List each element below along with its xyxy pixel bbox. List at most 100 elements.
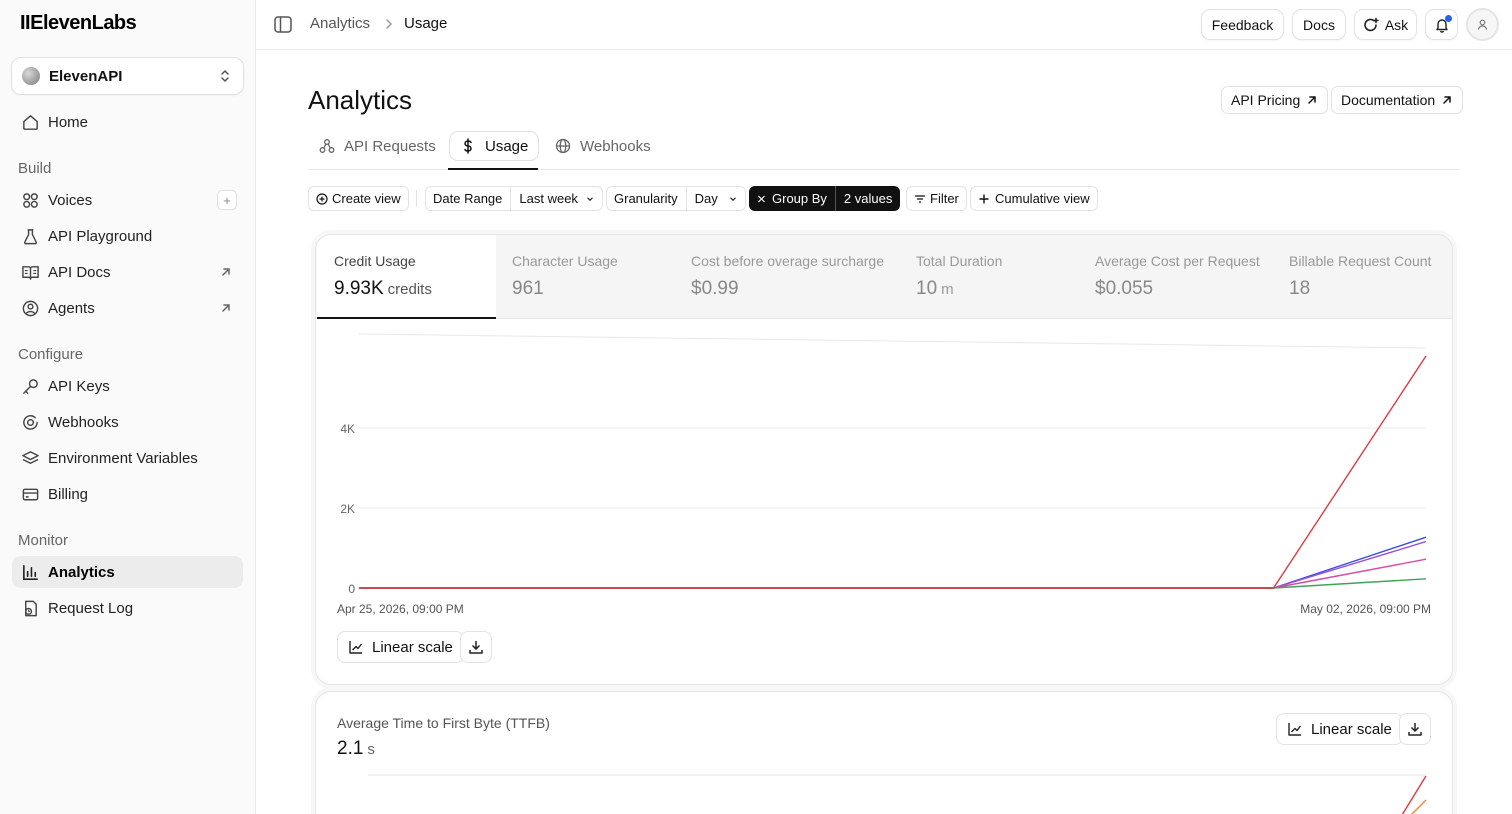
granularity-filter[interactable]: Granularity Day [606,186,746,211]
ttfb-chart-card: Average Time to First Byte (TTFB) 2.1 s L… [315,691,1453,814]
cumulative-label: Cumulative view [995,191,1090,206]
globe-icon [555,138,571,154]
y-tick-label: 2K [340,502,355,516]
api-nodes-icon [319,139,335,153]
chevron-down-icon [729,196,736,201]
granularity-value: Day [694,191,718,206]
sidebar-item-label: Voices [48,191,93,209]
sidebar-item-request-log[interactable]: Request Log [12,592,243,624]
credit-card-icon [20,484,40,504]
sidebar-item-api-keys[interactable]: API Keys [12,370,243,402]
linear-scale-button[interactable]: Linear scale [337,631,464,663]
ttfb-line-chart[interactable] [316,692,1453,814]
ask-button[interactable]: Ask [1354,9,1417,40]
filter-label: Filter [930,191,959,206]
external-link-icon [1308,96,1316,104]
date-range-label: Date Range [433,191,503,206]
external-link-icon [222,304,230,312]
breadcrumb-analytics[interactable]: Analytics [310,15,370,32]
sidebar-item-label: API Docs [48,263,111,281]
sidebar-item-label: Analytics [48,563,115,581]
group-by-filter[interactable]: Group By 2 values [749,186,901,211]
sidebar-item-home[interactable]: Home [12,106,243,138]
cumulative-view-button[interactable]: Cumulative view [970,186,1098,211]
filter-lines-icon [915,194,925,203]
group-by-value: 2 values [843,191,893,206]
page-title: Analytics [308,85,413,115]
notification-dot [1445,15,1452,22]
sidebar-item-label: Request Log [48,599,134,617]
ask-ai-icon [1364,17,1379,31]
sidebar-item-api-docs[interactable]: API Docs [12,256,243,288]
dollar-icon [464,138,472,154]
series-line [359,536,1427,589]
api-pricing-label: API Pricing [1231,92,1301,108]
plus-icon [979,194,989,203]
chevron-right-icon [386,19,393,29]
create-view-label: Create view [332,191,401,206]
section-title-monitor: Monitor [18,532,69,549]
date-range-filter[interactable]: Date Range Last week [425,186,603,211]
series-line [359,540,1427,589]
notifications-button[interactable] [1425,9,1458,40]
tab-usage[interactable]: Usage [449,131,540,161]
external-link-icon [222,268,230,276]
sidebar-item-voices[interactable]: Voices + [12,184,243,216]
create-view-button[interactable]: Create view [308,186,409,211]
scale-label: Linear scale [372,638,453,656]
sidebar-item-analytics[interactable]: Analytics [12,556,243,588]
user-avatar[interactable] [1466,8,1499,41]
api-pricing-link[interactable]: API Pricing [1221,86,1329,114]
breadcrumb-usage: Usage [404,15,448,32]
grid-line [358,333,1427,349]
sidebar-item-agents[interactable]: Agents [12,292,243,324]
close-icon[interactable] [757,193,766,205]
download-button[interactable] [460,631,492,663]
voices-icon [20,190,40,210]
ttfb-series-line [1401,775,1427,814]
feedback-button[interactable]: Feedback [1201,9,1284,40]
workspace-name: ElevenAPI [49,67,123,85]
date-range-value: Last week [519,191,578,206]
usage-chart-card: Credit Usage 9.93K credits Character Usag… [315,234,1453,685]
filter-button[interactable]: Filter [906,186,967,211]
sidebar-item-label: Webhooks [48,413,119,431]
sidebar-item-label: API Keys [48,377,110,395]
tab-webhooks[interactable]: Webhooks [545,131,661,161]
sidebar-item-webhooks[interactable]: Webhooks [12,406,243,438]
webhook-icon [20,412,40,432]
log-icon [20,598,40,618]
chevron-up-down-icon [221,70,229,82]
plus-circle-icon [316,192,328,205]
series-line [359,355,1427,589]
section-title-build: Build [18,160,52,177]
documentation-label: Documentation [1341,92,1436,108]
sidebar-item-label: Home [48,113,89,131]
sidebar-toggle-icon[interactable] [274,16,292,33]
sidebar: IIElevenLabs ElevenAPI Home Build Voices… [0,0,256,814]
documentation-link[interactable]: Documentation [1331,86,1464,114]
sidebar-item-environment-variables[interactable]: Environment Variables [12,442,243,474]
flask-icon [20,226,40,246]
tab-api-requests[interactable]: API Requests [309,131,446,161]
workspace-selector[interactable]: ElevenAPI [11,57,244,95]
download-icon [469,641,483,654]
workspace-logo-icon [22,67,40,85]
book-icon [20,262,40,282]
sidebar-item-billing[interactable]: Billing [12,478,243,510]
line-chart-icon [349,641,363,654]
elevenlabs-logo[interactable]: IIElevenLabs [20,12,137,35]
x-tick-label: Apr 25, 2026, 09:00 PM [337,602,464,616]
y-tick-label: 0 [348,582,355,596]
chevron-down-icon [587,196,593,201]
y-tick-label: 4K [340,422,355,436]
ttfb-series-line [1411,799,1427,814]
sidebar-item-api-playground[interactable]: API Playground [12,220,243,252]
filter-divider [416,190,417,207]
docs-button[interactable]: Docs [1292,9,1346,40]
agent-icon [20,298,40,318]
usage-line-chart[interactable]: 0 2K 4K Apr 25, 2026, 09:00 PM May 02, 2026,… [316,235,1453,685]
add-voice-button[interactable]: + [217,190,237,210]
group-by-label: Group By [772,191,827,206]
external-link-icon [1443,96,1451,104]
